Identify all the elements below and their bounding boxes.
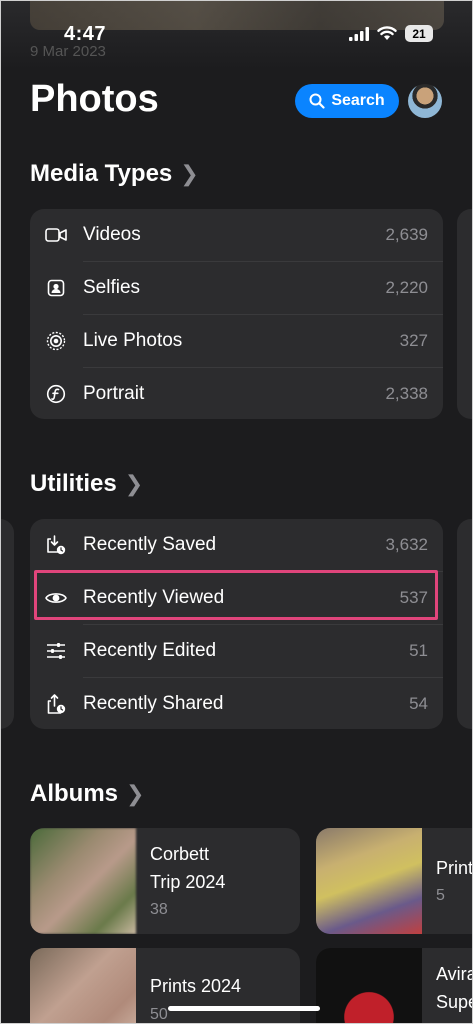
- avatar[interactable]: [408, 84, 442, 118]
- album-name: Prints 2024: [150, 976, 242, 996]
- media-types-card: Videos 2,639 Selfies 2,220 Live Photos 3…: [30, 209, 443, 419]
- utility-count: 3,632: [385, 535, 428, 554]
- utility-recently-shared[interactable]: Recently Shared 54: [30, 678, 443, 730]
- chevron-right-icon: ❯: [126, 781, 145, 806]
- utilities-header[interactable]: Utilities ❯: [30, 470, 143, 498]
- media-type-live-photos[interactable]: Live Photos 327: [30, 315, 443, 367]
- utility-recently-saved[interactable]: Recently Saved 3,632: [30, 519, 443, 571]
- utility-count: 54: [409, 694, 428, 713]
- recently-viewed-highlight-box: [34, 570, 438, 620]
- albums-header[interactable]: Albums ❯: [30, 780, 144, 808]
- media-types-title: Media Types: [30, 160, 173, 187]
- media-type-count: 327: [399, 331, 428, 350]
- media-type-videos[interactable]: Videos 2,639: [30, 209, 443, 261]
- albums-title: Albums: [30, 780, 119, 807]
- album-count: 38: [150, 901, 168, 918]
- media-types-header[interactable]: Media Types ❯: [30, 160, 199, 188]
- status-time: 4:47: [64, 23, 107, 45]
- album-name: Print: [436, 858, 473, 878]
- album-thumbnail: [30, 828, 136, 934]
- album-name-line2: Trip 2024: [150, 872, 226, 892]
- media-type-label: Videos: [83, 224, 141, 245]
- media-type-selfies[interactable]: Selfies 2,220: [30, 262, 443, 314]
- recently-saved-icon: [45, 534, 67, 556]
- media-type-label: Portrait: [83, 383, 145, 404]
- battery-icon: 21: [405, 25, 433, 42]
- album-prints[interactable]: Print 5: [316, 828, 473, 934]
- album-corbett-trip[interactable]: Corbett Trip 2024 38: [30, 828, 300, 934]
- media-type-portrait[interactable]: Portrait 2,338: [30, 368, 443, 420]
- chevron-right-icon: ❯: [180, 161, 199, 186]
- album-count: 50: [150, 1006, 168, 1023]
- album-prints-2024[interactable]: Prints 2024 50: [30, 948, 300, 1024]
- media-types-next-card[interactable]: [457, 209, 473, 419]
- wifi-icon: [377, 26, 397, 40]
- page-title: Photos: [30, 78, 159, 120]
- album-name-line2: Supe: [436, 992, 473, 1012]
- utility-label: Recently Edited: [83, 640, 217, 661]
- cellular-signal-icon: [349, 26, 369, 41]
- album-thumbnail: [316, 828, 422, 934]
- utilities-previous-card[interactable]: [0, 519, 14, 729]
- album-thumbnail: [30, 948, 136, 1024]
- utilities-title: Utilities: [30, 470, 117, 497]
- album-thumbnail: [316, 948, 422, 1024]
- search-icon: [309, 93, 325, 109]
- media-type-count: 2,220: [385, 278, 428, 297]
- utility-label: Recently Saved: [83, 534, 217, 555]
- chevron-right-icon: ❯: [124, 471, 144, 496]
- home-indicator[interactable]: [168, 1006, 320, 1011]
- selfie-icon: [45, 277, 67, 299]
- status-icons: 21: [349, 25, 433, 42]
- portrait-icon: [45, 383, 67, 405]
- utility-recently-edited[interactable]: Recently Edited 51: [30, 625, 443, 677]
- media-type-label: Live Photos: [83, 330, 183, 351]
- utility-label: Recently Shared: [83, 693, 224, 714]
- sliders-icon: [45, 640, 67, 662]
- album-name: Avira: [436, 964, 473, 984]
- utilities-next-card[interactable]: [457, 519, 473, 729]
- album-avira-super[interactable]: Avira Supe: [316, 948, 473, 1024]
- utility-count: 51: [409, 641, 428, 660]
- share-icon: [45, 693, 67, 715]
- utilities-card: Recently Saved 3,632 Recently Viewed 537…: [30, 519, 443, 729]
- video-icon: [45, 224, 67, 246]
- media-type-count: 2,338: [385, 384, 428, 403]
- search-button[interactable]: Search: [295, 84, 399, 118]
- media-type-count: 2,639: [385, 225, 428, 244]
- album-count: 5: [436, 887, 445, 904]
- album-name: Corbett: [150, 844, 210, 864]
- search-button-label: Search: [331, 92, 385, 109]
- live-photo-icon: [45, 330, 67, 352]
- media-type-label: Selfies: [83, 277, 141, 298]
